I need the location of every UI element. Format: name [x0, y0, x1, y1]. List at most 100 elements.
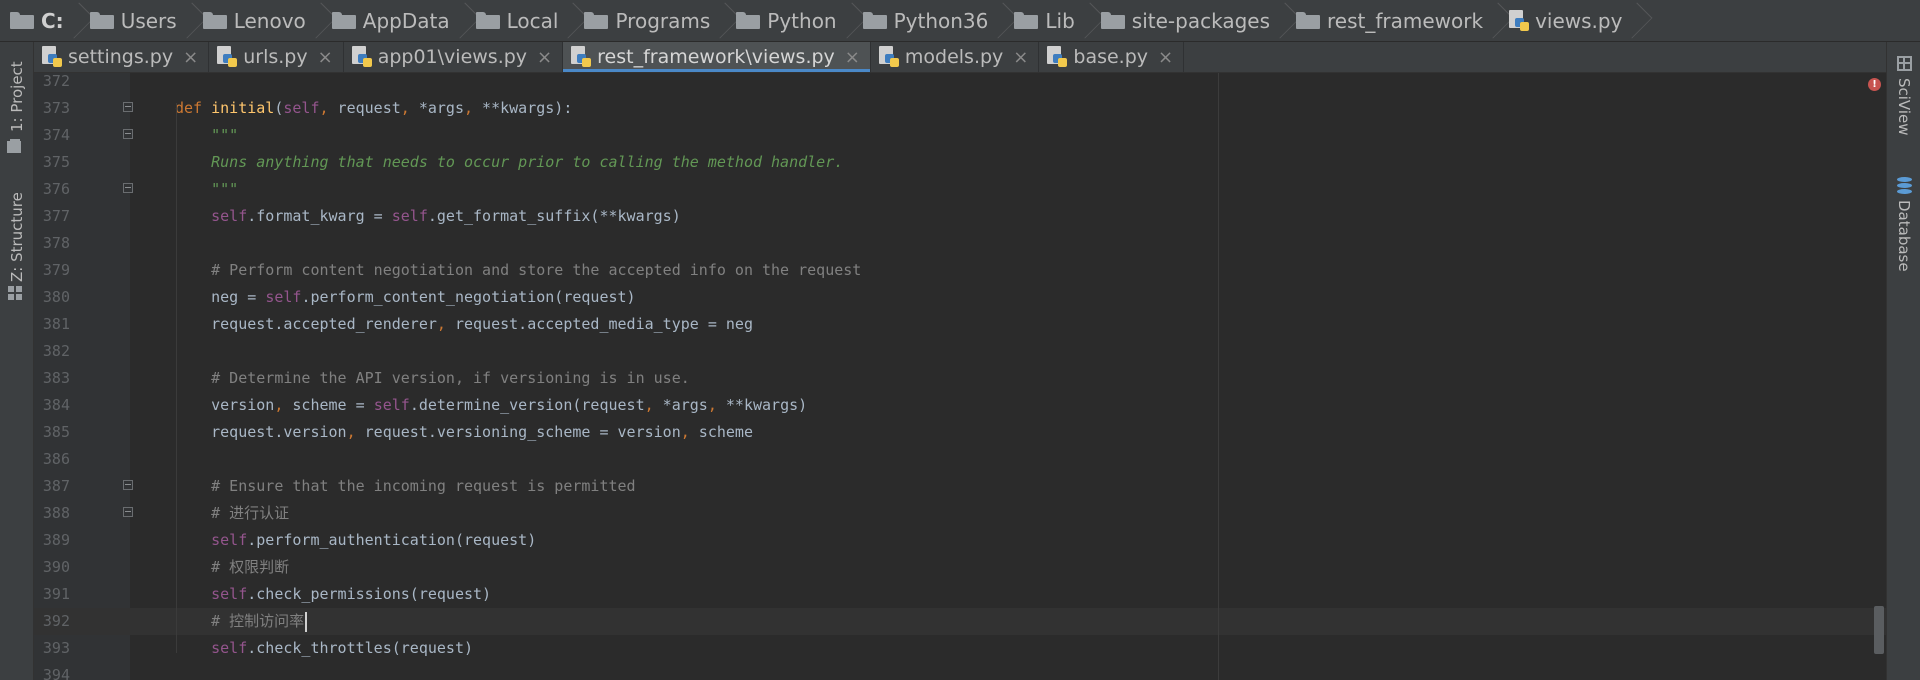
- code-line[interactable]: 394: [34, 662, 1886, 680]
- code-text: """: [175, 126, 239, 144]
- breadcrumb-item[interactable]: Local: [475, 0, 565, 41]
- breadcrumb-item[interactable]: Python: [736, 0, 842, 41]
- code-line[interactable]: 375 Runs anything that needs to occur pr…: [34, 149, 1886, 176]
- breadcrumb-item[interactable]: rest_framework: [1296, 0, 1489, 41]
- code-line[interactable]: 383 # Determine the API version, if vers…: [34, 365, 1886, 392]
- editor-tab-bar: settings.py × urls.py × app01\views.py × rest_…: [34, 42, 1886, 73]
- line-number: 388: [42, 504, 70, 522]
- close-tab-icon[interactable]: ×: [318, 47, 333, 68]
- close-tab-icon[interactable]: ×: [1158, 47, 1173, 68]
- editor-scrollbar-thumb[interactable]: [1874, 606, 1884, 654]
- line-number: 374: [42, 126, 70, 144]
- breadcrumb-separator: [1491, 0, 1503, 41]
- tab-label: app01\views.py: [377, 46, 528, 68]
- left-tool-strip: 1: Project Z: Structure: [0, 42, 34, 680]
- text-cursor: [305, 611, 308, 632]
- breadcrumb-item[interactable]: site-packages: [1100, 0, 1276, 41]
- editor-tab[interactable]: urls.py ×: [209, 42, 344, 72]
- python-file-icon: [571, 46, 592, 68]
- database-icon[interactable]: [1897, 177, 1912, 194]
- editor-tab[interactable]: models.py ×: [871, 42, 1040, 72]
- code-line[interactable]: 377 self.format_kwarg = self.get_format_…: [34, 203, 1886, 230]
- breadcrumb-label: Python36: [893, 8, 989, 33]
- code-line[interactable]: 390 # 权限判断: [34, 554, 1886, 581]
- fold-marker-icon[interactable]: [123, 129, 133, 139]
- code-line[interactable]: 391 self.check_permissions(request): [34, 581, 1886, 608]
- code-line[interactable]: 392 # 控制访问率: [34, 608, 1886, 635]
- breadcrumb-separator: [996, 0, 1008, 41]
- right-tool-strip: SciView Database: [1886, 42, 1920, 680]
- code-text: # Determine the API version, if versioni…: [175, 369, 690, 387]
- code-line[interactable]: 376 """: [34, 176, 1886, 203]
- editor-tab[interactable]: settings.py ×: [34, 42, 210, 72]
- tab-label: settings.py: [68, 46, 174, 68]
- code-line[interactable]: 388 # 进行认证: [34, 500, 1886, 527]
- line-number: 373: [42, 99, 70, 117]
- code-text: neg = self.perform_content_negotiation(r…: [175, 288, 636, 306]
- code-line[interactable]: 384 version, scheme = self.determine_ver…: [34, 392, 1886, 419]
- code-line[interactable]: 380 neg = self.perform_content_negotiati…: [34, 284, 1886, 311]
- fold-marker-icon[interactable]: [123, 183, 133, 193]
- code-line[interactable]: 374 """: [34, 122, 1886, 149]
- code-text: request.version, request.versioning_sche…: [175, 423, 753, 441]
- folder-icon: [1100, 12, 1125, 29]
- code-text: self.check_throttles(request): [211, 639, 474, 657]
- structure-tool-button[interactable]: Z: Structure: [8, 192, 26, 282]
- code-line[interactable]: 378: [34, 230, 1886, 257]
- code-line[interactable]: 389 self.perform_authentication(request): [34, 527, 1886, 554]
- python-file-icon: [217, 46, 238, 68]
- code-text: # Ensure that the incoming request is pe…: [175, 477, 636, 495]
- fold-marker-icon[interactable]: [123, 480, 133, 490]
- breadcrumb-item[interactable]: Python36: [862, 0, 995, 41]
- folder-icon: [584, 12, 609, 29]
- close-tab-icon[interactable]: ×: [845, 47, 860, 68]
- code-editor[interactable]: 372 373 def initial(self, request, *args, …: [34, 73, 1886, 680]
- code-line[interactable]: 379 # Perform content negotiation and st…: [34, 257, 1886, 284]
- code-text: self.check_permissions(request): [211, 585, 492, 603]
- fold-marker-icon[interactable]: [123, 507, 133, 517]
- error-indicator-icon[interactable]: !: [1868, 78, 1881, 91]
- code-line[interactable]: 393 self.check_throttles(request): [34, 635, 1886, 662]
- editor-tab[interactable]: rest_framework\views.py ×: [563, 42, 871, 72]
- code-line[interactable]: 372: [34, 73, 1886, 95]
- editor-tab[interactable]: app01\views.py ×: [344, 42, 564, 72]
- breadcrumb-separator: [1278, 0, 1290, 41]
- breadcrumb-item[interactable]: views.py: [1509, 0, 1628, 41]
- breadcrumb-item[interactable]: AppData: [331, 0, 456, 41]
- breadcrumb-item[interactable]: Lenovo: [202, 0, 312, 41]
- breadcrumb-label: site-packages: [1131, 8, 1270, 33]
- code-line[interactable]: 373 def initial(self, request, *args, **k…: [34, 95, 1886, 122]
- breadcrumb-item[interactable]: Users: [89, 0, 183, 41]
- close-tab-icon[interactable]: ×: [1013, 47, 1028, 68]
- line-number: 372: [42, 73, 70, 90]
- line-number: 389: [42, 531, 70, 549]
- code-text: self.perform_authentication(request): [211, 531, 537, 549]
- structure-icon[interactable]: [8, 286, 22, 300]
- project-tool-button[interactable]: 1: Project: [8, 61, 26, 132]
- close-tab-icon[interactable]: ×: [183, 47, 198, 68]
- indent-guide: [176, 103, 177, 653]
- breadcrumb-item[interactable]: Programs: [584, 0, 716, 41]
- editor-tab[interactable]: base.py ×: [1039, 42, 1185, 72]
- code-line[interactable]: 386: [34, 446, 1886, 473]
- close-tab-icon[interactable]: ×: [537, 47, 552, 68]
- fold-marker-icon[interactable]: [123, 102, 133, 112]
- database-tool-button[interactable]: Database: [1895, 200, 1913, 272]
- sciview-icon[interactable]: [1897, 56, 1912, 71]
- tab-label: rest_framework\views.py: [597, 46, 835, 68]
- code-text: Runs anything that needs to occur prior …: [175, 153, 844, 171]
- code-text: # 进行认证: [175, 504, 290, 522]
- python-file-icon: [878, 46, 899, 68]
- project-icon[interactable]: [7, 139, 23, 153]
- sciview-tool-button[interactable]: SciView: [1895, 78, 1913, 136]
- code-line[interactable]: 387 # Ensure that the incoming request i…: [34, 473, 1886, 500]
- line-number: 390: [42, 558, 70, 576]
- python-file-icon: [1047, 46, 1068, 68]
- code-text: self.format_kwarg = self.get_format_suff…: [211, 207, 681, 225]
- line-number: 392: [42, 612, 70, 630]
- line-number: 378: [42, 234, 70, 252]
- code-line[interactable]: 381 request.accepted_renderer, request.a…: [34, 311, 1886, 338]
- breadcrumb-label: Lenovo: [233, 8, 306, 33]
- code-line[interactable]: 382: [34, 338, 1886, 365]
- code-line[interactable]: 385 request.version, request.versioning_…: [34, 419, 1886, 446]
